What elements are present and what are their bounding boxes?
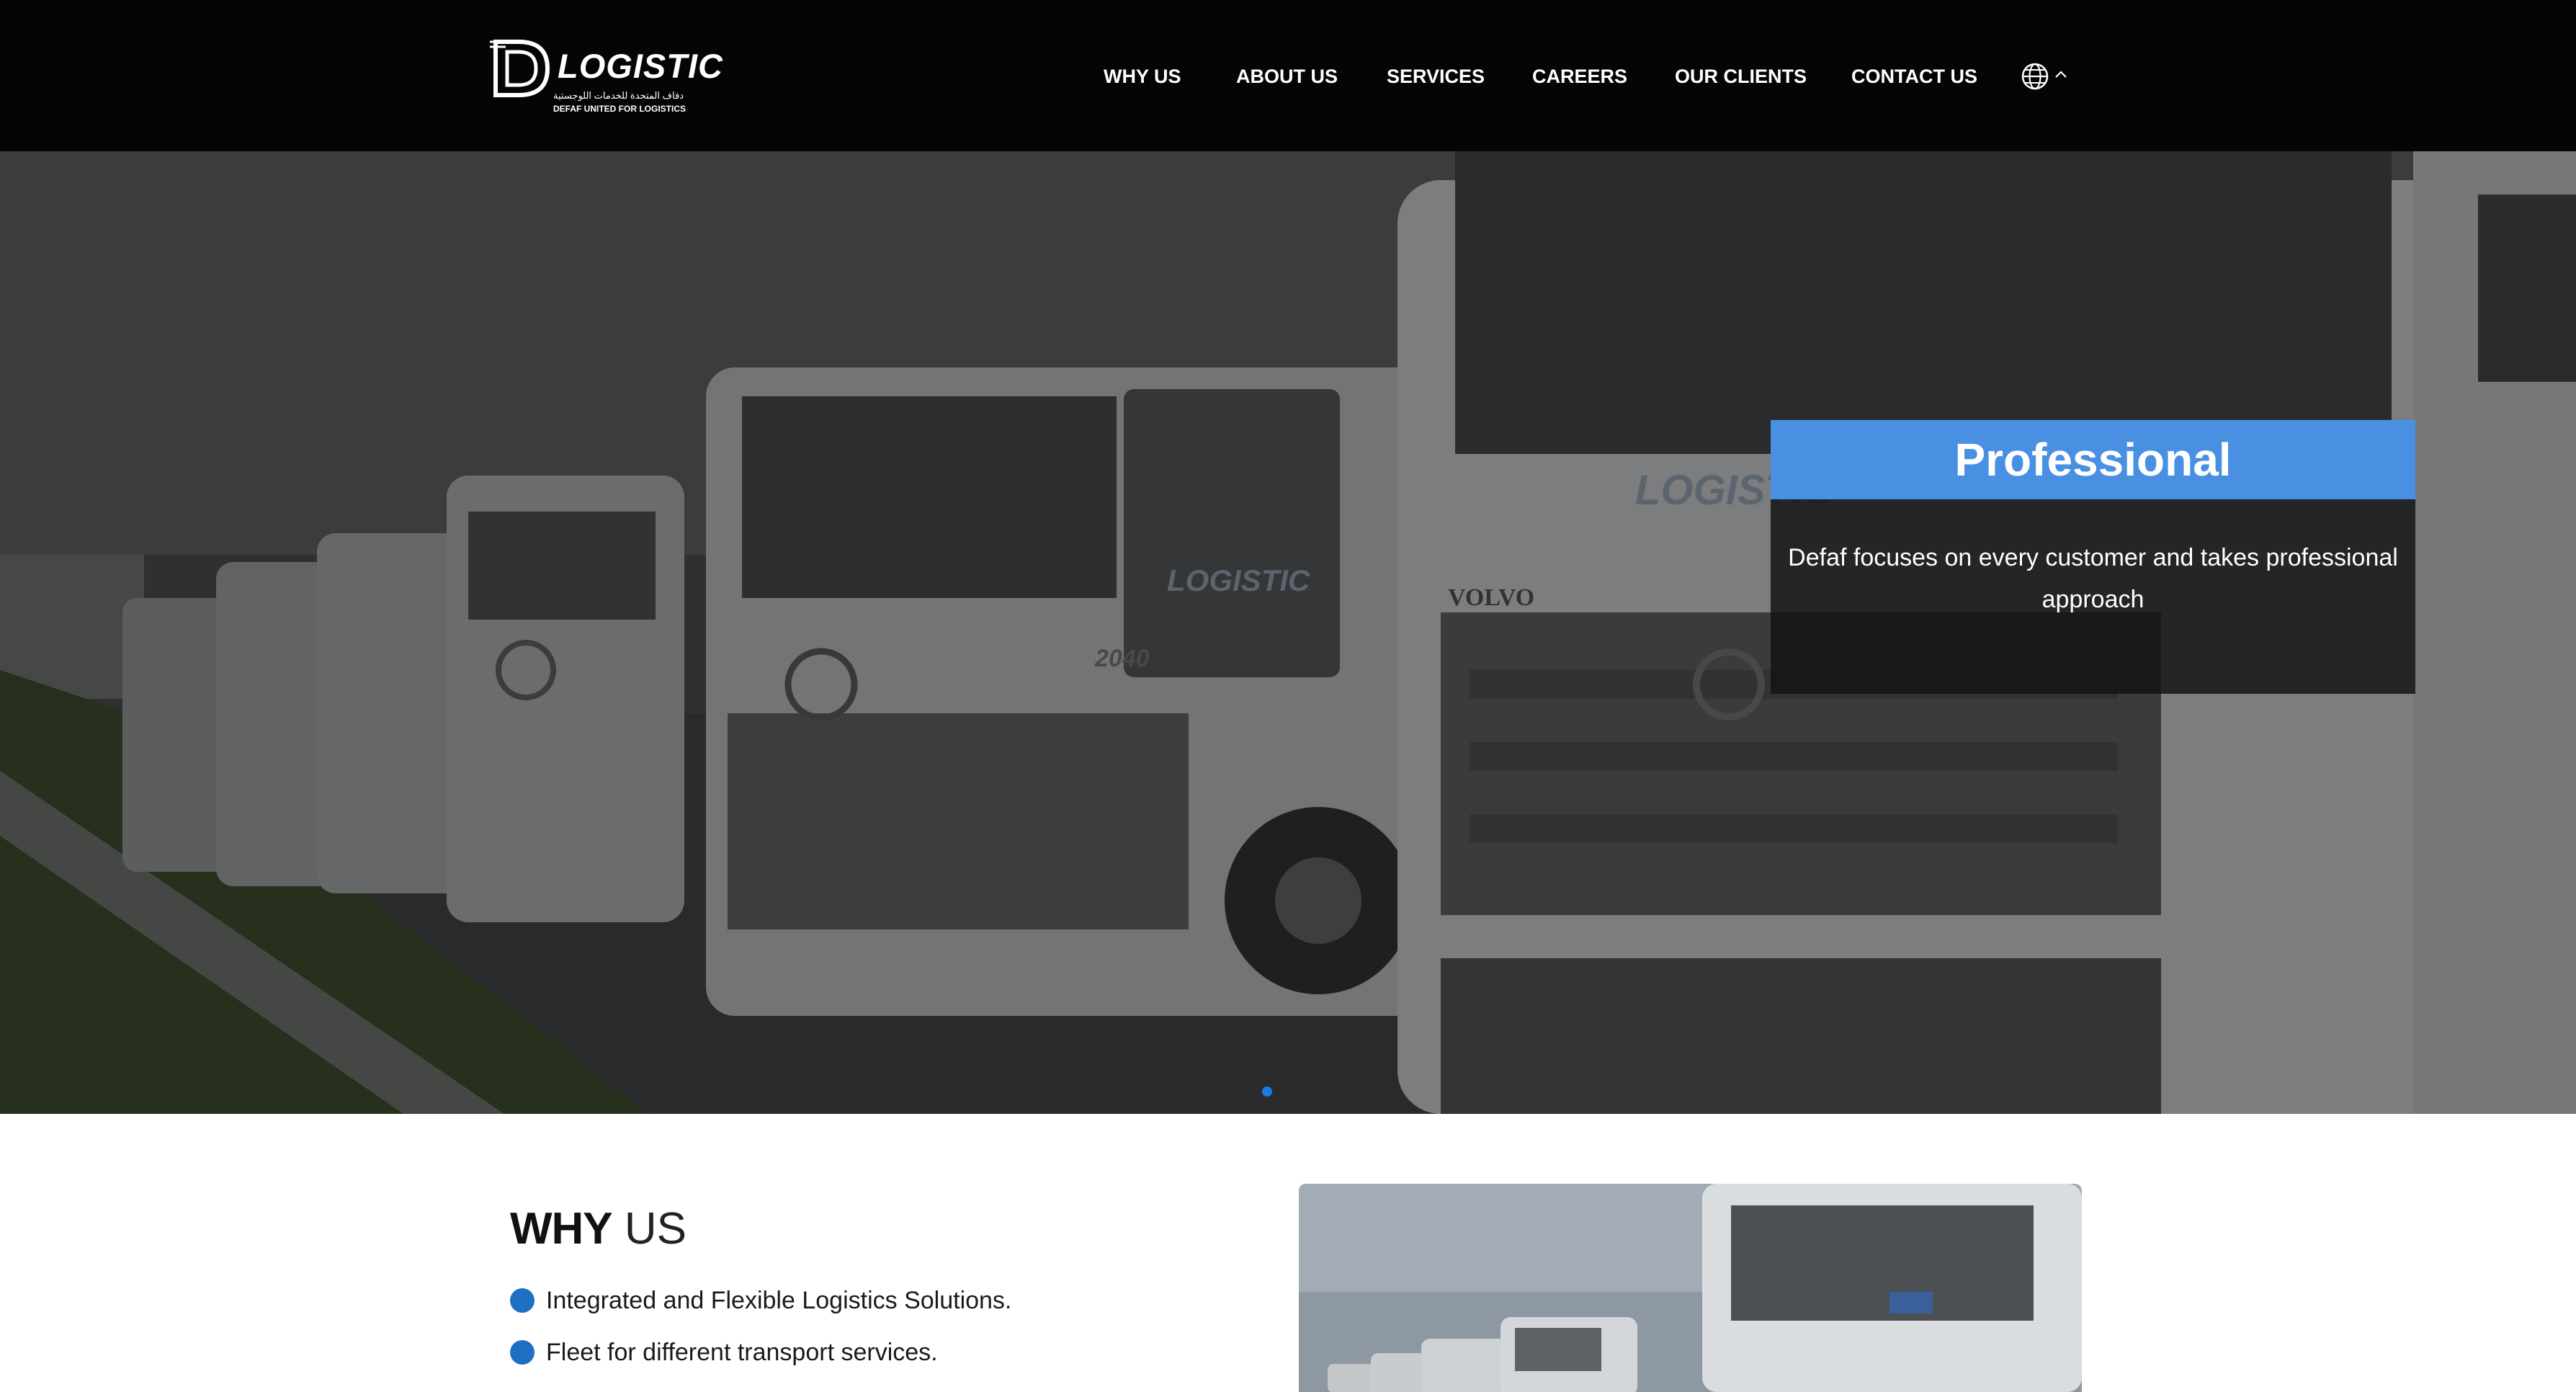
bullet-dot-icon [510, 1340, 535, 1365]
logo-english-name: DEFAF UNITED FOR LOGISTICS [553, 104, 687, 114]
why-us-heading-strong: WHY [510, 1204, 613, 1254]
nav-why-us[interactable]: WHY US [1104, 63, 1181, 89]
slider-pagination [1262, 1087, 1272, 1097]
why-us-item-text: Integrated and Flexible Logistics Soluti… [546, 1287, 1012, 1314]
logo-wordmark: LOGISTIC [558, 47, 723, 85]
nav-about-us[interactable]: ABOUT US [1236, 63, 1338, 89]
slide-title: Professional [1771, 420, 2415, 499]
fleet-photo-graphic [1299, 1184, 2082, 1392]
chevron-up-icon [2055, 71, 2067, 78]
site-header: LOGISTIC دفاف المتحدة للخدمات اللوجستية … [0, 0, 2576, 151]
slide-description: Defaf focuses on every customer and take… [1788, 544, 2398, 613]
nav-contact-us[interactable]: CONTACT US [1851, 63, 1977, 89]
hero-slider: 2040 LOGISTIC VOLVO LOGISTIC LOGISTIC Pr… [0, 151, 2576, 1114]
brand-logo[interactable]: LOGISTIC دفاف المتحدة للخدمات اللوجستية … [490, 36, 723, 119]
nav-services[interactable]: SERVICES [1387, 63, 1485, 89]
why-us-heading-light: US [624, 1204, 687, 1254]
slider-dot-active[interactable] [1262, 1087, 1272, 1097]
nav-careers[interactable]: CAREERS [1532, 63, 1627, 89]
logo-arabic-name: دفاف المتحدة للخدمات اللوجستية [553, 90, 684, 101]
globe-icon [2021, 63, 2049, 90]
bullet-dot-icon [510, 1288, 535, 1313]
why-us-item-text: Fleet for different transport services. [546, 1339, 938, 1366]
nav-our-clients[interactable]: OUR CLIENTS [1675, 63, 1807, 89]
slide-caption: Professional Defaf focuses on every cust… [1771, 420, 2415, 694]
why-us-heading: WHY US [510, 1202, 687, 1257]
why-us-fleet-photo [1299, 1184, 2082, 1392]
logo-d-mark-icon [490, 40, 550, 97]
language-switcher[interactable] [2021, 62, 2070, 91]
